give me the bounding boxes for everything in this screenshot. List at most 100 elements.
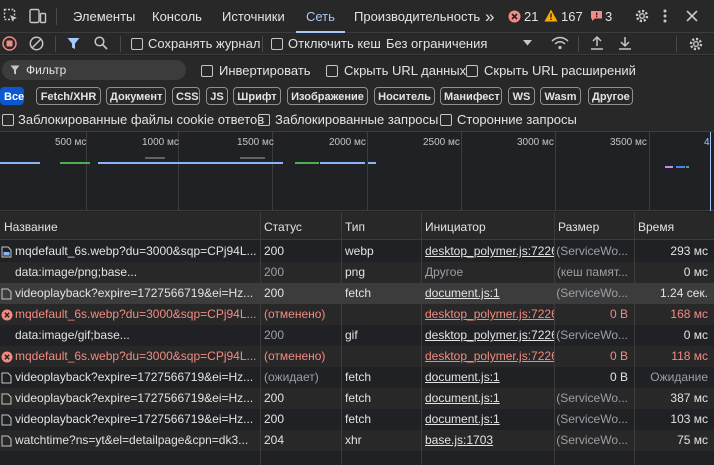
error-count-icon[interactable] xyxy=(508,10,521,23)
inspect-element-icon[interactable] xyxy=(3,8,19,24)
type-filter-all[interactable]: Все xyxy=(0,87,24,105)
hide-data-urls-label: Скрыть URL данных xyxy=(344,63,467,78)
type-filter-js[interactable]: JS xyxy=(206,87,228,105)
table-row[interactable]: data:image/gif;base... 200 gif desktop_poly… xyxy=(0,325,714,346)
cell-time: 0 мс xyxy=(683,328,708,342)
cell-initiator[interactable]: document.js:1 xyxy=(421,409,554,430)
table-row[interactable]: videoplayback?expire=1727566719&ei=Hz...… xyxy=(0,367,714,388)
column-name[interactable]: Название xyxy=(0,212,260,240)
type-filter-css[interactable]: CSS xyxy=(172,87,200,105)
throttling-select[interactable]: Без ограничения xyxy=(386,36,487,51)
cell-name: videoplayback?expire=1727566719&ei=Hz... xyxy=(15,391,254,405)
cell-initiator: Другое xyxy=(425,265,464,279)
table-row[interactable]: videoplayback?expire=1727566719&ei=Hz...… xyxy=(0,409,714,430)
cell-time: 1.24 сек. xyxy=(660,286,708,300)
cell-size: (ServiceWo... xyxy=(556,433,628,447)
cell-initiator[interactable]: document.js:1 xyxy=(421,367,554,388)
record-stop-icon[interactable] xyxy=(2,36,17,51)
chevron-down-icon[interactable] xyxy=(523,40,532,46)
export-har-download-icon[interactable] xyxy=(618,35,632,51)
cell-initiator[interactable]: desktop_polymer.js:7226 xyxy=(421,346,554,367)
import-har-upload-icon[interactable] xyxy=(590,35,604,51)
timeline-bar xyxy=(686,166,689,168)
column-size[interactable]: Размер xyxy=(554,212,634,240)
type-filter-wasm[interactable]: Wasm xyxy=(540,87,581,105)
cell-initiator[interactable]: document.js:1 xyxy=(421,388,554,409)
cell-type: xhr xyxy=(345,433,362,447)
preserve-log-checkbox[interactable] xyxy=(131,38,143,50)
tab-network[interactable]: Сеть xyxy=(296,0,345,33)
table-row[interactable]: mqdefault_6s.webp?du=3000&sqp=CPj94L... 2… xyxy=(0,241,714,262)
cell-initiator[interactable]: desktop_polymer.js:7226 xyxy=(421,325,554,346)
tab-console[interactable]: Консоль xyxy=(152,0,202,33)
cell-initiator[interactable]: document.js:1 xyxy=(421,283,554,304)
table-row[interactable]: watchtime?ns=yt&el=detailpage&cpn=dk3...… xyxy=(0,430,714,451)
cell-initiator[interactable]: desktop_polymer.js:7226 xyxy=(421,241,554,262)
network-settings-gear-icon[interactable] xyxy=(688,36,704,52)
column-time[interactable]: Время xyxy=(634,212,714,240)
cell-size: (кеш памят... xyxy=(556,265,628,279)
cell-time: 387 мс xyxy=(670,391,708,405)
type-filter-image[interactable]: Изображение xyxy=(287,87,368,105)
search-icon[interactable] xyxy=(94,36,108,50)
cell-initiator[interactable]: desktop_polymer.js:7226 xyxy=(421,304,554,325)
cell-name: mqdefault_6s.webp?du=3000&sqp=CPj94L... xyxy=(15,307,257,321)
type-filter-font[interactable]: Шрифт xyxy=(233,87,281,105)
issues-count-icon[interactable] xyxy=(590,10,603,22)
filter-icon xyxy=(10,65,20,75)
cell-initiator[interactable]: base.js:1703 xyxy=(421,430,554,451)
cell-name: data:image/gif;base... xyxy=(15,328,130,342)
table-row[interactable]: mqdefault_6s.webp?du=3000&sqp=CPj94L... (… xyxy=(0,346,714,367)
cell-type: fetch xyxy=(345,391,372,405)
more-options-icon[interactable] xyxy=(662,8,668,24)
cell-status: 200 xyxy=(264,328,285,342)
disable-cache-checkbox[interactable] xyxy=(271,38,283,50)
table-row[interactable]: videoplayback?expire=1727566719&ei=Hz...… xyxy=(0,388,714,409)
tab-elements[interactable]: Элементы xyxy=(73,0,135,33)
cell-name: videoplayback?expire=1727566719&ei=Hz... xyxy=(15,286,254,300)
type-filter-other[interactable]: Другое xyxy=(588,87,633,105)
hide-data-urls-checkbox[interactable] xyxy=(326,65,338,77)
cell-name: mqdefault_6s.webp?du=3000&sqp=CPj94L... xyxy=(15,244,257,258)
cell-type: gif xyxy=(345,328,358,342)
column-status[interactable]: Статус xyxy=(260,212,341,240)
type-filter-fetch-xhr[interactable]: Fetch/XHR xyxy=(36,87,101,105)
blocked-filters-row: Заблокированные файлы cookie ответов Заб… xyxy=(0,108,714,132)
column-initiator[interactable]: Инициатор xyxy=(421,212,554,240)
cell-status: 200 xyxy=(264,286,285,300)
cell-time: Ожидание xyxy=(650,370,708,384)
network-conditions-wifi-icon[interactable] xyxy=(551,36,569,51)
cell-name: videoplayback?expire=1727566719&ei=Hz... xyxy=(15,412,254,426)
hide-extension-urls-checkbox[interactable] xyxy=(466,65,478,77)
type-filter-media[interactable]: Носитель xyxy=(374,87,435,105)
blocked-requests-checkbox[interactable] xyxy=(258,114,270,126)
devtools-tab-bar: Элементы Консоль Источники Сеть Производ… xyxy=(0,0,714,33)
more-tabs-button[interactable]: » xyxy=(485,0,494,33)
clear-icon[interactable] xyxy=(29,36,44,51)
cell-status: (отменено) xyxy=(264,307,326,321)
cell-status: 200 xyxy=(264,412,285,426)
filter-funnel-icon[interactable] xyxy=(67,37,80,50)
invert-checkbox[interactable] xyxy=(201,65,213,77)
cell-name: data:image/png;base... xyxy=(15,265,138,279)
close-devtools-icon[interactable] xyxy=(686,10,698,22)
settings-gear-icon[interactable] xyxy=(634,8,650,24)
issues-count: 3 xyxy=(605,9,613,24)
device-toolbar-icon[interactable] xyxy=(29,8,47,24)
network-overview-timeline[interactable]: 500 мс 1000 мс 1500 мс 2000 мс 2500 мс 3… xyxy=(0,132,714,211)
type-filter-ws[interactable]: WS xyxy=(508,87,535,105)
network-toolbar: Сохранять журнал Отключить кеш Без огран… xyxy=(0,33,714,55)
column-type[interactable]: Тип xyxy=(341,212,421,240)
warning-count-icon[interactable] xyxy=(544,9,558,22)
type-filter-document[interactable]: Документ xyxy=(106,87,166,105)
blocked-cookies-checkbox[interactable] xyxy=(2,114,14,126)
timeline-tick-label: 4 xyxy=(704,137,710,148)
table-row[interactable]: data:image/png;base... 200 png Другое (кеш п… xyxy=(0,262,714,283)
third-party-checkbox[interactable] xyxy=(440,114,452,126)
type-filter-manifest[interactable]: Манифест xyxy=(440,87,502,105)
table-row[interactable]: videoplayback?expire=1727566719&ei=Hz...… xyxy=(0,283,714,304)
filter-input[interactable]: Фильтр xyxy=(2,60,186,80)
tab-performance[interactable]: Производительность xyxy=(354,0,480,33)
table-row[interactable]: mqdefault_6s.webp?du=3000&sqp=CPj94L... (… xyxy=(0,304,714,325)
tab-sources[interactable]: Источники xyxy=(222,0,285,33)
